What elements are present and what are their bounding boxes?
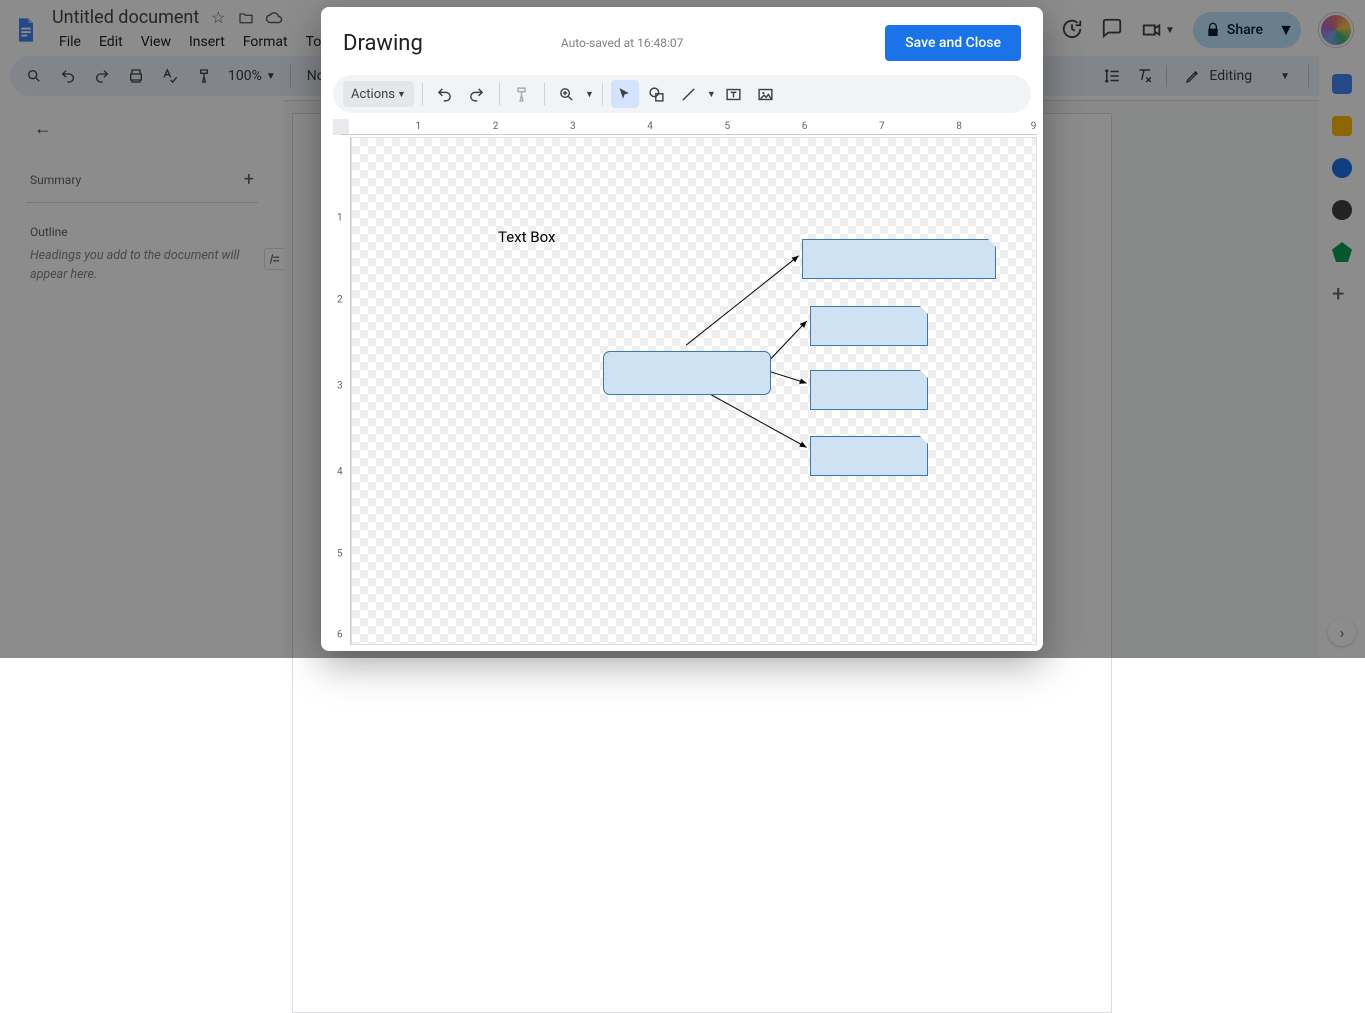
undo-icon[interactable] [431,80,459,108]
redo-icon[interactable] [463,80,491,108]
horizontal-ruler[interactable]: 1 2 3 4 5 6 7 8 9 [341,119,1037,135]
shape-tool-icon[interactable] [643,80,671,108]
connector[interactable] [770,372,807,384]
ruler-tick: 1 [415,121,421,132]
drawing-canvas[interactable]: Text Box [351,137,1037,645]
zoom-caret-icon[interactable]: ▼ [585,89,594,100]
ruler-tick: 2 [493,121,499,132]
chevron-down-icon: ▼ [397,89,406,100]
ruler-tick: 8 [956,121,962,132]
ruler-tick: 4 [647,121,653,132]
ruler-tick: 6 [802,121,808,132]
actions-menu-button[interactable]: Actions▼ [343,81,414,107]
shape-node-2[interactable] [810,306,928,346]
textbox-tool-icon[interactable] [720,80,748,108]
ruler-tick: 2 [337,294,343,305]
connector[interactable] [686,256,799,346]
ruler-tick: 5 [724,121,730,132]
drawing-toolbar: Actions▼ ▼ ▼ [333,75,1031,113]
ruler-tick: 9 [1031,121,1037,132]
shape-node-3[interactable] [810,370,928,410]
shape-node-1[interactable] [802,239,996,279]
ruler-tick: 1 [337,213,343,224]
save-and-close-button[interactable]: Save and Close [885,25,1021,61]
ruler-tick: 5 [337,548,343,559]
ruler-tick: 7 [879,121,885,132]
shape-root[interactable] [603,351,771,395]
line-tool-icon[interactable] [675,80,703,108]
zoom-tool-icon[interactable] [553,80,581,108]
line-caret-icon[interactable]: ▼ [707,89,716,100]
autosave-status: Auto-saved at 16:48:07 [561,36,684,50]
drawing-header: Drawing Auto-saved at 16:48:07 Save and … [321,7,1043,75]
ruler-tick: 3 [570,121,576,132]
image-tool-icon[interactable] [752,80,780,108]
ruler-tick: 4 [337,467,343,478]
vertical-ruler[interactable]: 1 2 3 4 5 6 [335,137,351,645]
drawing-modal: Drawing Auto-saved at 16:48:07 Save and … [321,7,1043,651]
shape-node-4[interactable] [810,436,928,476]
actions-label: Actions [351,87,395,102]
ruler-tick: 3 [337,380,343,391]
drawing-title: Drawing [343,31,423,56]
connector[interactable] [770,321,807,360]
drawing-canvas-area: 1 2 3 4 5 6 Text Box [321,137,1043,651]
paint-format-icon[interactable] [508,80,536,108]
drawing-ruler-row: 1 2 3 4 5 6 7 8 9 [321,119,1043,137]
select-tool-icon[interactable] [611,80,639,108]
connector[interactable] [699,388,807,447]
ruler-tick: 6 [337,629,343,640]
